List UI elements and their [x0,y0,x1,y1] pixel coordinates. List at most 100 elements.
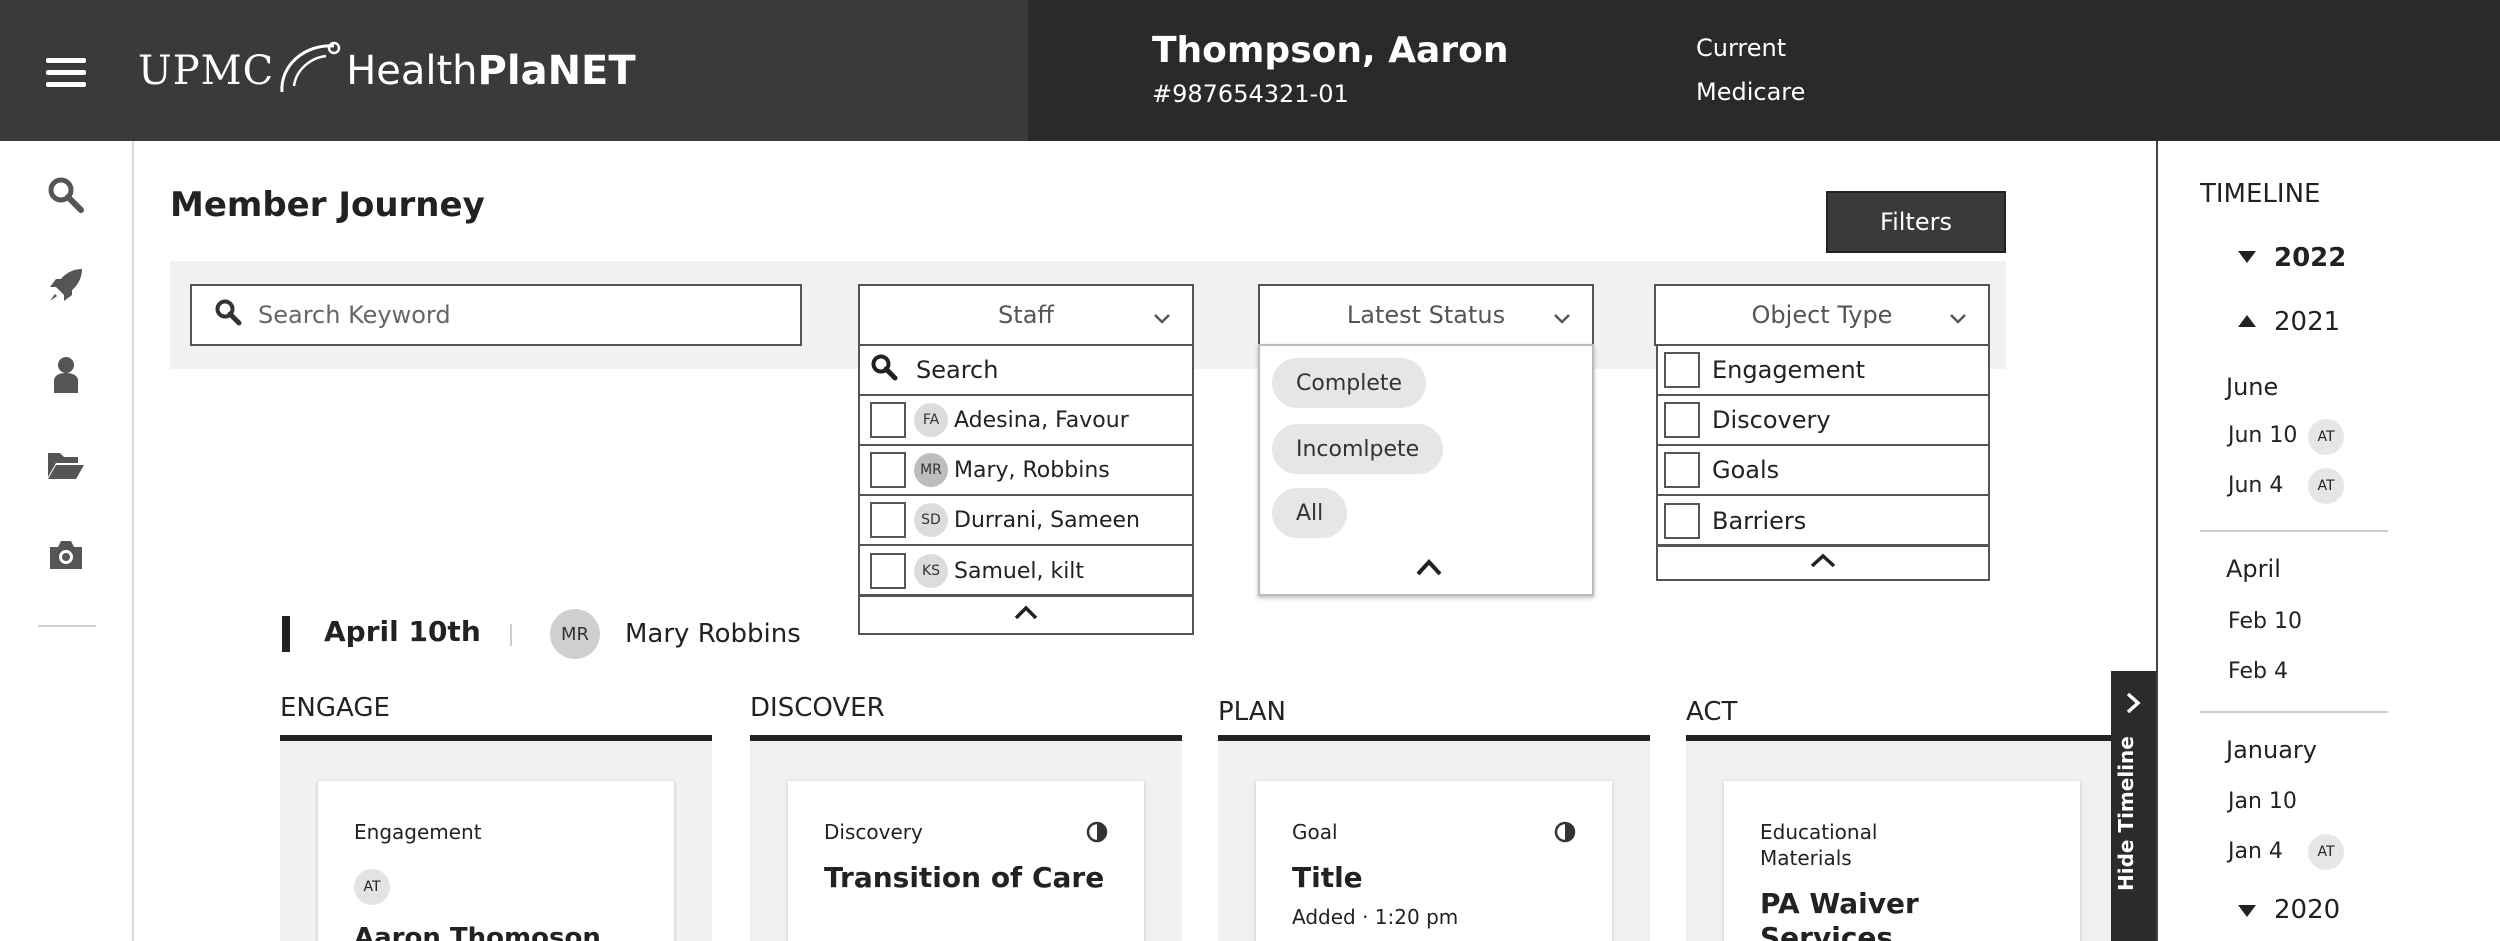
hamburger-menu-icon[interactable] [46,58,86,88]
checkbox[interactable] [870,502,906,538]
staff-collapse-button[interactable] [858,595,1194,635]
camera-icon[interactable] [46,535,86,575]
search-icon [214,298,242,332]
timeline-day[interactable]: Jun 4 [2228,473,2283,498]
card-type: Engagement [354,820,482,844]
object-type-option-label: Discovery [1712,406,1831,434]
phase-act-label: ACT [1686,697,1738,727]
staff-option-name: Adesina, Favour [954,407,1129,433]
entry-date: April 10th [324,615,481,648]
card-title: Transition of Care [824,861,1105,894]
object-type-option[interactable]: Barriers [1658,496,1988,546]
phase-plan-label: PLAN [1218,697,1286,727]
caret-up-icon[interactable] [2236,313,2258,333]
search-icon [870,353,898,387]
keyword-search-input[interactable]: Search Keyword [190,284,802,346]
timeline-panel: TIMELINE 2022 2021 June Jun 10 AT Jun 4 … [2156,141,2500,941]
keyword-search-placeholder: Search Keyword [258,301,451,329]
checkbox[interactable] [870,452,906,488]
timeline-day[interactable]: Jan 10 [2228,789,2297,814]
timeline-month-june: June [2226,373,2279,401]
avatar: AT [354,869,390,905]
card-title-line: PA Waiver [1760,887,1919,920]
chevron-up-icon [1013,604,1039,626]
card-type-line: Educational [1760,820,1878,844]
staff-dropdown-label: Staff [998,301,1054,329]
coverage-status: Current [1696,34,1787,62]
patient-id: #987654321-01 [1152,80,1349,108]
folder-open-icon[interactable] [46,445,86,485]
staff-search-label: Search [916,356,999,384]
object-type-option[interactable]: Engagement [1658,346,1988,396]
member-journey-panel: Member Journey Filters Search Keyword St… [136,141,2156,941]
logo-planet-text: PlaNET [477,48,636,94]
chevron-down-icon [1152,306,1172,334]
checkbox[interactable] [1664,402,1700,438]
object-type-option[interactable]: Discovery [1658,396,1988,446]
timeline-title: TIMELINE [2200,179,2321,209]
avatar: SD [914,503,948,537]
header-brand-area: UPMC Health PlaNET [0,0,1028,141]
card-title: Aaron Thomoson [354,923,601,941]
avatar: FA [914,403,948,437]
staff-option[interactable]: FA Adesina, Favour [860,396,1192,446]
chevron-up-icon[interactable] [1414,556,1444,582]
object-type-collapse-button[interactable] [1656,545,1990,581]
status-option-incomplete[interactable]: Incomlpete [1272,424,1444,474]
timeline-day[interactable]: Jan 4 [2228,839,2283,864]
avatar: AT [2308,468,2344,504]
educational-materials-card[interactable]: Educational Materials PA Waiver Services [1724,781,2080,941]
engagement-card[interactable]: Engagement AT Aaron Thomoson [318,781,674,941]
timeline-day[interactable]: Feb 10 [2228,609,2302,634]
phase-engage-label: ENGAGE [280,693,390,723]
object-type-label: Object Type [1751,301,1893,329]
avatar: KS [914,554,948,588]
timeline-day[interactable]: Feb 4 [2228,659,2288,684]
logo-arc-icon [274,36,346,106]
caret-down-icon[interactable] [2236,249,2258,269]
staff-option[interactable]: SD Durrani, Sameen [860,496,1192,546]
half-circle-status-icon [1554,821,1576,847]
chevron-up-icon [1808,552,1838,574]
phase-discover-label: DISCOVER [750,693,885,723]
timeline-year-2022[interactable]: 2022 [2274,243,2346,273]
checkbox[interactable] [1664,352,1700,388]
object-type-panel: Engagement Discovery Goals Barriers [1656,344,1990,546]
goal-card[interactable]: Goal Title Added · 1:20 pm [1256,781,1612,941]
caret-down-icon[interactable] [2236,903,2258,923]
staff-option[interactable]: KS Samuel, kilt [860,546,1192,596]
status-option-complete[interactable]: Complete [1272,358,1427,408]
timeline-year-2020[interactable]: 2020 [2274,895,2340,925]
avatar: AT [2308,834,2344,870]
timeline-month-january: January [2226,736,2317,764]
discovery-card[interactable]: Discovery Transition of Care [788,781,1144,941]
checkbox[interactable] [1664,452,1700,488]
status-option-all[interactable]: All [1272,488,1348,538]
hide-timeline-tab[interactable]: Hide Timeline [2111,671,2156,941]
latest-status-dropdown[interactable]: Latest Status [1258,284,1594,346]
chevron-right-icon [2123,691,2143,719]
staff-option[interactable]: MR Mary, Robbins [860,446,1192,496]
object-type-option[interactable]: Goals [1658,446,1988,496]
timeline-day[interactable]: Jun 10 [2228,423,2297,448]
checkbox[interactable] [870,402,906,438]
card-added-time: Added · 1:20 pm [1292,905,1459,929]
chevron-down-icon [1552,306,1572,334]
upmc-healthplanet-logo: UPMC Health PlaNET [138,36,636,106]
card-title: Title [1292,861,1363,894]
staff-dropdown-panel: Search FA Adesina, Favour MR Mary, Robbi… [858,344,1194,596]
checkbox[interactable] [1664,503,1700,539]
staff-dropdown[interactable]: Staff [858,284,1194,346]
timeline-month-april: April [2226,555,2281,583]
card-type: Educational Materials [1760,819,1877,871]
checkbox[interactable] [870,553,906,589]
chevron-down-icon [1948,306,1968,334]
half-circle-status-icon [1086,821,1108,847]
rocket-icon[interactable] [46,265,86,305]
timeline-year-2021[interactable]: 2021 [2274,307,2340,337]
staff-search-input[interactable]: Search [860,346,1192,396]
person-icon[interactable] [46,355,86,395]
search-icon[interactable] [46,175,86,215]
filters-button[interactable]: Filters [1826,191,2006,253]
object-type-dropdown[interactable]: Object Type [1654,284,1990,346]
